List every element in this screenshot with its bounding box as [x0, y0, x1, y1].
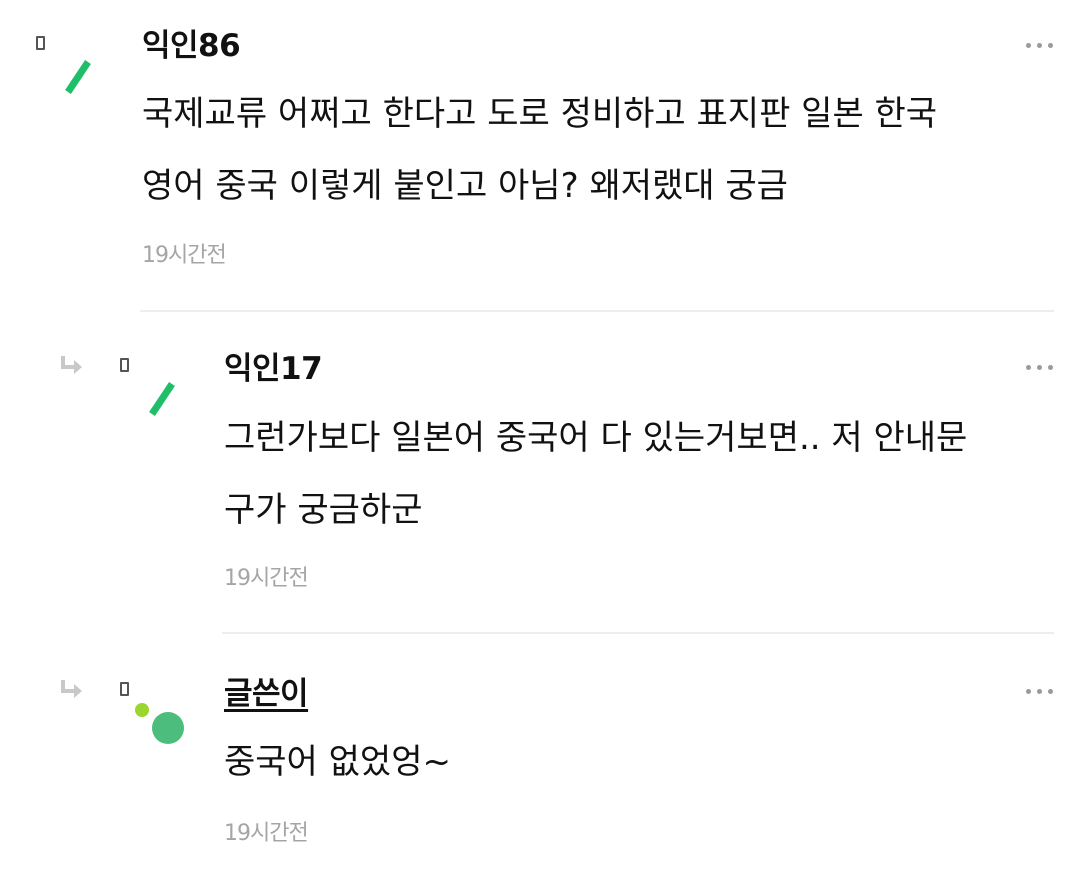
square-marker-icon [120, 358, 129, 372]
comment-username[interactable]: 글쓴이 [224, 674, 309, 714]
comment-text: 중국어 없었엉~ [224, 742, 451, 782]
more-options-icon[interactable] [1026, 362, 1054, 372]
square-marker-icon [120, 682, 129, 696]
comment-username[interactable]: 익인17 [224, 349, 323, 389]
reply-arrow-icon [61, 356, 82, 374]
avatar [135, 703, 184, 744]
comment-item: 익인86 국제교류 어쩌고 한다고 도로 정비하고 표지판 일본 한국 영어 중… [0, 0, 1080, 310]
more-options-icon[interactable] [1026, 686, 1054, 696]
reply-arrow-icon [61, 680, 82, 698]
comment-text: 국제교류 어쩌고 한다고 도로 정비하고 표지판 일본 한국 영어 중국 이렇게… [142, 94, 938, 206]
square-marker-icon [36, 36, 45, 50]
comment-timestamp: 19시간전 [224, 566, 309, 591]
comment-item: 익인17 그런가보다 일본어 중국어 다 있는거보면.. 저 안내문 구가 궁금… [0, 312, 1080, 632]
more-options-icon[interactable] [1026, 40, 1054, 50]
avatar [65, 60, 91, 94]
comment-item: 글쓴이 중국어 없었엉~ 19시간전 [0, 634, 1080, 869]
comment-username[interactable]: 익인86 [142, 26, 241, 66]
avatar [149, 382, 175, 416]
comment-timestamp: 19시간전 [142, 243, 227, 268]
comment-timestamp: 19시간전 [224, 821, 309, 846]
comment-text: 그런가보다 일본어 중국어 다 있는거보면.. 저 안내문 구가 궁금하군 [224, 418, 968, 530]
